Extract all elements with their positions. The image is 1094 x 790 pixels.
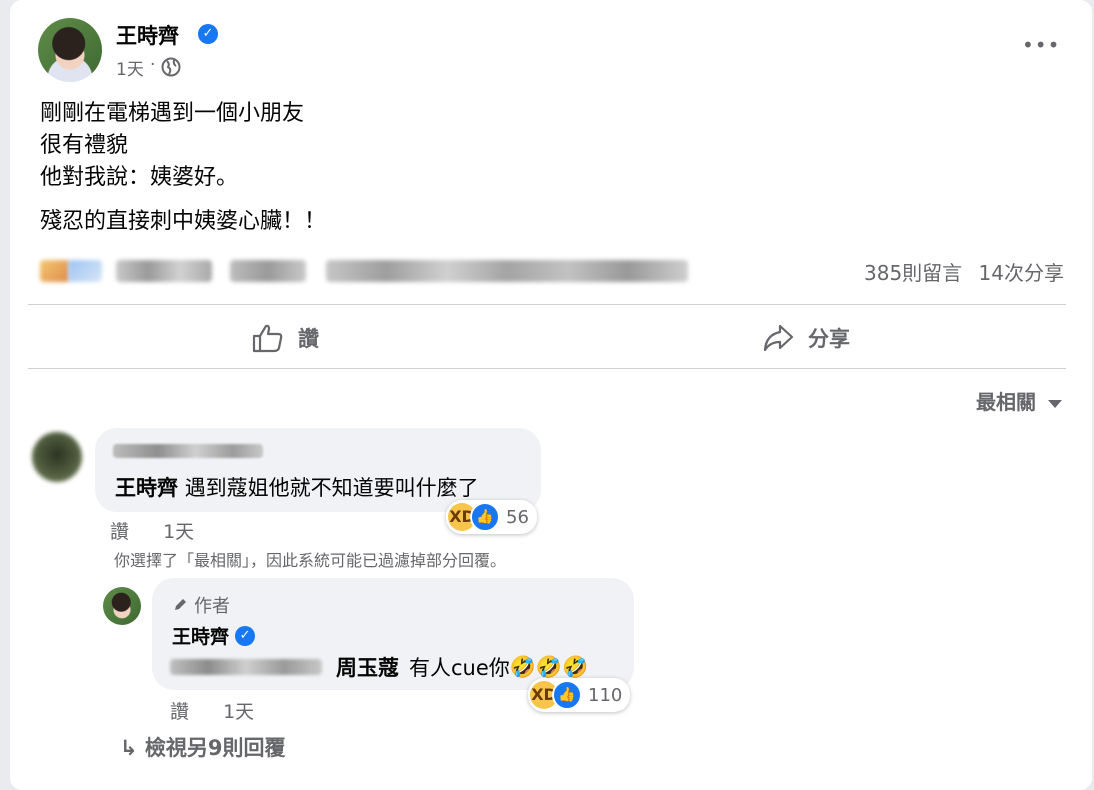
- rofl-emojis: 🤣🤣🤣: [509, 654, 589, 679]
- reply-time[interactable]: 1天: [223, 701, 254, 723]
- reaction-count: 56: [506, 506, 529, 528]
- commenter-avatar[interactable]: [32, 432, 82, 482]
- post-line: 剛剛在電梯遇到一個小朋友: [40, 101, 305, 126]
- reply-author-avatar[interactable]: [103, 587, 141, 625]
- verified-icon: ✓: [198, 24, 218, 44]
- comment-count[interactable]: 385則留言: [864, 261, 962, 285]
- divider: [28, 304, 1066, 305]
- like-button[interactable]: 讚: [252, 320, 319, 356]
- author-badge: 作者: [172, 592, 230, 618]
- view-more-replies[interactable]: ↳ 檢視另9則回覆: [120, 732, 286, 762]
- post-line: 殘忍的直接刺中姨婆心臟！！: [40, 209, 327, 234]
- more-icon: •••: [1022, 33, 1061, 57]
- reply-arrow-icon: ↳: [120, 736, 138, 760]
- comment-like-link[interactable]: 讚: [110, 521, 129, 543]
- like-icon: [252, 324, 283, 353]
- like-icon: 👍: [552, 680, 582, 710]
- post-line: 很有禮貌: [40, 133, 129, 158]
- reaction-count: 110: [588, 684, 623, 706]
- pencil-icon: [175, 599, 186, 610]
- reply-author-name[interactable]: 王時齊: [172, 622, 229, 649]
- comment-mention[interactable]: 王時齊: [115, 476, 178, 500]
- comment-time[interactable]: 1天: [163, 521, 194, 543]
- like-label: 讚: [298, 327, 319, 351]
- reply-text: 有人cue你: [409, 656, 510, 680]
- sort-label: 最相關: [976, 390, 1036, 414]
- like-icon: 👍: [470, 502, 500, 532]
- caret-down-icon: [1048, 399, 1062, 408]
- commenter-name-blurred[interactable]: [113, 444, 263, 458]
- share-icon: [763, 324, 794, 352]
- comment-meta: 讚 1天: [110, 517, 222, 544]
- author-avatar[interactable]: [38, 18, 102, 82]
- verified-icon: ✓: [235, 625, 256, 646]
- divider: [28, 368, 1066, 369]
- comment-sort-dropdown[interactable]: 最相關: [976, 386, 1062, 415]
- author-badge-label: 作者: [194, 596, 230, 617]
- share-label: 分享: [808, 327, 850, 351]
- tagged-user-blurred[interactable]: [170, 659, 322, 675]
- share-button[interactable]: 分享: [762, 320, 850, 356]
- time-separator: ·: [150, 55, 156, 75]
- filter-note: 你選擇了「最相關」，因此系統可能已過濾掉部分回覆。: [114, 551, 507, 570]
- post-body: 剛剛在電梯遇到一個小朋友 很有禮貌 他對我說：姨婆好。 殘忍的直接刺中姨婆心臟！…: [40, 98, 326, 238]
- reply-reactions[interactable]: XD 👍 110: [528, 678, 631, 712]
- comment-text: 遇到蔻姐他就不知道要叫什麼了: [184, 476, 479, 500]
- share-count[interactable]: 14次分享: [979, 261, 1064, 285]
- reactions-summary-blurred[interactable]: [40, 256, 690, 286]
- reply-bubble: 作者 王時齊 ✓ 周玉蔻 有人cue你 🤣🤣🤣: [152, 578, 634, 690]
- author-name[interactable]: 王時齊: [116, 20, 179, 50]
- post-time[interactable]: 1天: [116, 55, 144, 80]
- view-more-label: 檢視另9則回覆: [144, 736, 286, 760]
- more-options-button[interactable]: •••: [1022, 30, 1061, 66]
- reply-meta: 讚 1天: [170, 697, 282, 724]
- globe-icon: [161, 57, 181, 77]
- post-line: 他對我說：姨婆好。: [40, 165, 239, 190]
- reply-mention[interactable]: 周玉蔻: [336, 652, 399, 682]
- comment-reactions[interactable]: XD 👍 56: [446, 500, 537, 534]
- reply-like-link[interactable]: 讚: [170, 701, 189, 723]
- post-card: 王時齊 ✓ 1天 · ••• 剛剛在電梯遇到一個小朋友 很有禮貌 他對我說：姨婆…: [10, 0, 1092, 790]
- post-stats: 385則留言 14次分享: [854, 257, 1064, 286]
